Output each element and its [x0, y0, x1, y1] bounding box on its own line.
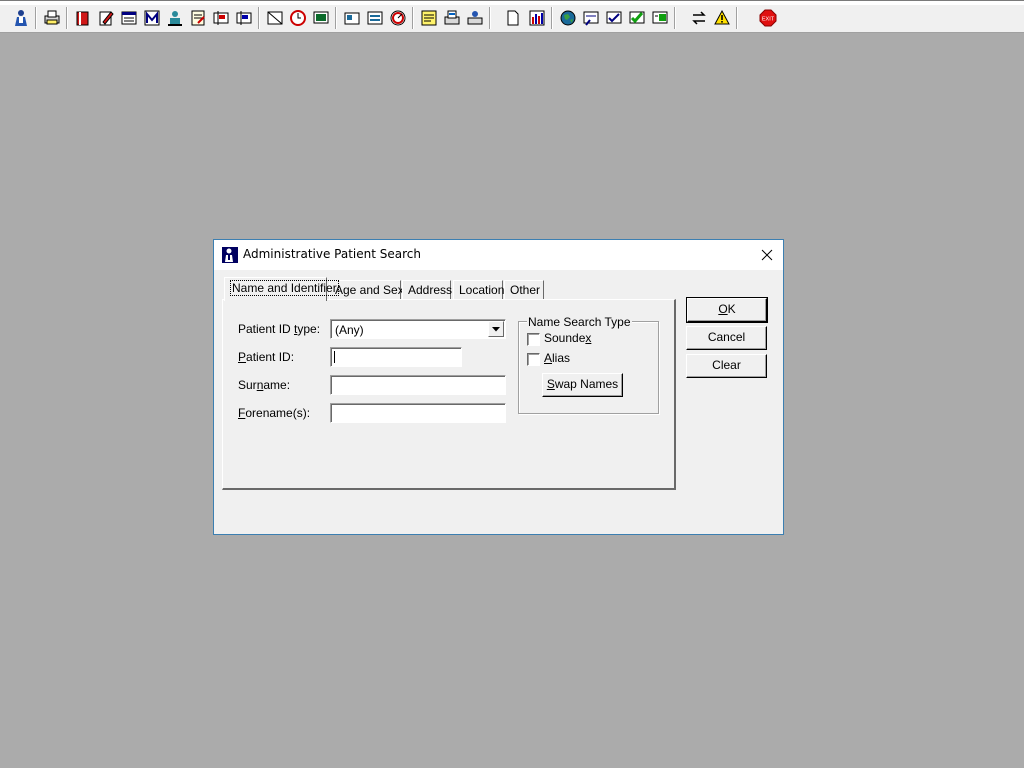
dialog-titlebar[interactable]: Administrative Patient Search	[214, 240, 783, 270]
alias-label[interactable]: Alias	[544, 351, 570, 365]
tab-other[interactable]: Other	[504, 280, 544, 300]
globe-icon[interactable]	[557, 7, 579, 29]
bar-chart-icon[interactable]	[526, 7, 548, 29]
tab-label: Location	[459, 283, 505, 297]
print-form-icon[interactable]	[441, 7, 463, 29]
chevron-down-icon	[492, 326, 500, 331]
cancel-button[interactable]: Cancel	[686, 326, 767, 350]
tab-address[interactable]: Address	[402, 280, 453, 300]
form-icon[interactable]	[364, 7, 386, 29]
close-button[interactable]	[751, 240, 783, 270]
exit-icon[interactable]: EXIT	[757, 7, 779, 29]
patient-id-type-value: (Any)	[335, 323, 364, 337]
tab-location[interactable]: Location	[453, 280, 505, 300]
tab-label: Age and Sex	[335, 283, 404, 297]
forms-green-icon[interactable]	[626, 7, 648, 29]
forename-label: Forename(s):	[238, 406, 311, 420]
document-edit-icon[interactable]	[187, 7, 209, 29]
swap-names-button[interactable]: Swap Names	[542, 373, 623, 397]
close-icon	[761, 249, 773, 261]
ok-button[interactable]: OK	[686, 297, 768, 323]
no-image-icon[interactable]	[264, 7, 286, 29]
tab-name-and-identifier[interactable]: Name and Identifier	[224, 277, 339, 301]
warning-icon[interactable]	[711, 7, 733, 29]
note-icon[interactable]	[418, 7, 440, 29]
print-person-icon[interactable]	[464, 7, 486, 29]
page-icon[interactable]	[502, 7, 524, 29]
forename-input[interactable]	[330, 403, 506, 423]
surname-label: Surname:	[238, 378, 291, 392]
soundex-checkbox[interactable]	[527, 333, 540, 346]
forms-check-icon[interactable]	[603, 7, 625, 29]
dropdown-button[interactable]	[488, 321, 504, 337]
letter-m-icon[interactable]	[141, 7, 163, 29]
patient-id-type-select[interactable]: (Any)	[330, 319, 506, 339]
tab-label: Name and Identifier	[230, 280, 339, 296]
card-icon[interactable]	[341, 7, 363, 29]
book-icon[interactable]	[72, 7, 94, 29]
forms-green-alt-icon[interactable]	[649, 7, 671, 29]
printer-icon[interactable]	[41, 7, 63, 29]
patient-id-input[interactable]	[330, 347, 462, 367]
alias-checkbox[interactable]	[527, 353, 540, 366]
person-icon[interactable]	[164, 7, 186, 29]
main-toolbar: EXIT	[0, 0, 1024, 33]
patient-search-dialog: Administrative Patient Search Name and I…	[213, 239, 784, 535]
soundex-label[interactable]: Soundex	[544, 331, 591, 345]
speedometer-icon[interactable]	[387, 7, 409, 29]
name-search-type-legend: Name Search Type	[527, 315, 632, 329]
switch-icon[interactable]	[688, 7, 710, 29]
list-window-icon[interactable]	[118, 7, 140, 29]
dialog-title: Administrative Patient Search	[243, 247, 421, 261]
flag-alt-icon[interactable]	[233, 7, 255, 29]
patient-id-type-label: Patient ID type:	[238, 322, 321, 336]
forms-icon[interactable]	[580, 7, 602, 29]
monitor-icon[interactable]	[310, 7, 332, 29]
surname-input[interactable]	[330, 375, 506, 395]
flag-icon[interactable]	[210, 7, 232, 29]
text-caret	[334, 351, 335, 363]
tab-label: Other	[510, 283, 541, 297]
patient-search-icon[interactable]	[10, 7, 32, 29]
tab-label: Address	[408, 283, 453, 297]
edit-notes-icon[interactable]	[95, 7, 117, 29]
exit-icon-label: EXIT	[762, 17, 775, 23]
tab-age-and-sex[interactable]: Age and Sex	[329, 280, 404, 300]
patient-search-icon	[222, 247, 238, 263]
clear-button[interactable]: Clear	[686, 354, 767, 378]
clock-icon[interactable]	[287, 7, 309, 29]
patient-id-label: Patient ID:	[238, 350, 295, 364]
